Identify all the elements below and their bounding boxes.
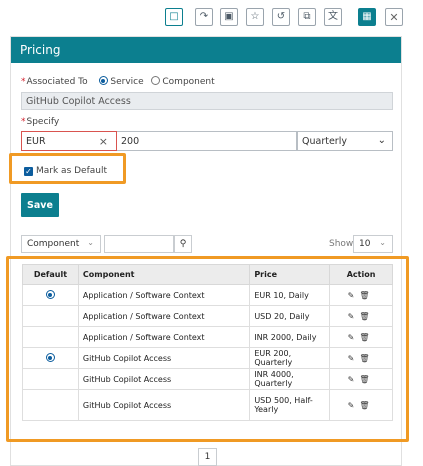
column-header-action: Action	[329, 264, 393, 285]
action-cell: ✎ 🗑	[329, 284, 393, 306]
delete-icon[interactable]: 🗑	[359, 375, 369, 384]
pricing-table: Default Component Price Action Applicati…	[22, 264, 393, 421]
delete-icon[interactable]: 🗑	[359, 291, 369, 300]
specify-label: Specify	[26, 117, 60, 127]
action-cell: ✎ 🗑	[329, 347, 393, 369]
amount-input[interactable]: 200	[117, 131, 297, 151]
close-icon[interactable]: ✕	[385, 8, 403, 26]
copy-icon[interactable]: ⧉	[298, 8, 316, 26]
history-icon[interactable]: ↺	[272, 8, 290, 26]
column-header-price: Price	[249, 264, 331, 285]
delete-icon[interactable]: 🗑	[359, 312, 369, 321]
document-icon[interactable]: □	[165, 8, 183, 26]
default-radio-icon	[45, 353, 55, 362]
action-cell: ✎ 🗑	[329, 326, 393, 348]
delete-icon[interactable]: 🗑	[359, 354, 369, 363]
radio-component[interactable]: Component	[150, 76, 215, 87]
frequency-select[interactable]: Quarterly ⌄	[297, 131, 393, 151]
component-cell: GitHub Copilot Access	[77, 368, 251, 390]
table-row[interactable]: GitHub Copilot Access USD 500, Half-Yearl…	[22, 389, 393, 421]
default-cell[interactable]	[22, 326, 79, 348]
price-cell: USD 20, Daily	[249, 305, 331, 327]
component-cell: GitHub Copilot Access	[77, 389, 251, 421]
action-cell: ✎ 🗑	[329, 389, 393, 421]
price-cell: INR 4000, Quarterly	[249, 368, 331, 390]
component-cell: Application / Software Context	[77, 326, 251, 348]
page-size-select[interactable]: 10 ⌄	[353, 235, 393, 253]
default-cell[interactable]	[22, 389, 79, 421]
component-cell: GitHub Copilot Access	[77, 347, 251, 369]
mark-default-highlight	[9, 153, 126, 184]
panel-title: Pricing	[11, 37, 401, 63]
chevron-down-icon: ⌄	[377, 135, 386, 146]
associated-to-row: *Associated To Service Component	[21, 76, 215, 87]
table-body: Application / Software Context EUR 10, Da…	[22, 284, 393, 421]
delete-icon[interactable]: 🗑	[359, 333, 369, 342]
delete-icon[interactable]: 🗑	[359, 401, 369, 410]
chevron-down-icon: ⌄	[379, 238, 386, 247]
table-row[interactable]: GitHub Copilot Access INR 4000, Quarterly…	[22, 368, 393, 390]
price-cell: EUR 10, Daily	[249, 284, 331, 306]
default-cell[interactable]	[22, 284, 79, 306]
associated-value-field: GitHub Copilot Access	[21, 92, 393, 110]
action-cell: ✎ 🗑	[329, 368, 393, 390]
edit-icon[interactable]: ✎	[348, 354, 355, 363]
edit-icon[interactable]: ✎	[348, 291, 355, 300]
action-cell: ✎ 🗑	[329, 305, 393, 327]
component-cell: Application / Software Context	[77, 305, 251, 327]
price-cell: INR 2000, Daily	[249, 326, 331, 348]
default-radio-icon	[45, 290, 55, 299]
radio-unselected-icon	[150, 76, 160, 85]
default-cell[interactable]	[22, 305, 79, 327]
radio-service[interactable]: Service	[98, 76, 144, 87]
default-cell[interactable]	[22, 368, 79, 390]
star-list-icon[interactable]: ☆	[246, 8, 264, 26]
currency-input[interactable]: EUR ×	[21, 131, 117, 151]
associated-to-label: Associated To	[26, 77, 88, 87]
toolbar: □ ↷ ▣ ☆ ↺ ⧉ 文 ▦ ✕	[0, 8, 423, 30]
page-button[interactable]: 1	[198, 448, 217, 466]
edit-icon[interactable]: ✎	[348, 375, 355, 384]
show-label: Show	[329, 239, 354, 249]
table-row[interactable]: GitHub Copilot Access EUR 200, Quarterly ✎…	[22, 347, 393, 369]
table-row[interactable]: Application / Software Context USD 20, Da…	[22, 305, 393, 327]
table-row[interactable]: Application / Software Context INR 2000, …	[22, 326, 393, 348]
table-header-row: Default Component Price Action	[22, 264, 393, 285]
chevron-down-icon: ⌄	[87, 238, 94, 247]
column-header-default: Default	[22, 264, 79, 285]
component-cell: Application / Software Context	[77, 284, 251, 306]
clear-icon[interactable]: ×	[99, 135, 108, 148]
radio-selected-icon	[98, 76, 108, 85]
image-icon[interactable]: ▣	[220, 8, 238, 26]
translate-icon[interactable]: 文	[324, 8, 342, 26]
price-cell: EUR 200, Quarterly	[249, 347, 331, 369]
save-icon[interactable]: ▦	[358, 8, 376, 26]
table-row[interactable]: Application / Software Context EUR 10, Da…	[22, 284, 393, 306]
specify-row: *Specify	[21, 117, 60, 127]
document-arrow-icon[interactable]: ↷	[195, 8, 213, 26]
search-input[interactable]	[104, 235, 174, 253]
search-icon[interactable]: ⚲	[174, 235, 192, 253]
column-header-component: Component	[77, 264, 251, 285]
default-cell[interactable]	[22, 347, 79, 369]
edit-icon[interactable]: ✎	[348, 333, 355, 342]
type-filter-select[interactable]: Component ⌄	[21, 235, 101, 253]
edit-icon[interactable]: ✎	[348, 312, 355, 321]
edit-icon[interactable]: ✎	[348, 401, 355, 410]
price-cell: USD 500, Half-Yearly	[249, 389, 331, 421]
save-button[interactable]: Save	[21, 193, 59, 217]
